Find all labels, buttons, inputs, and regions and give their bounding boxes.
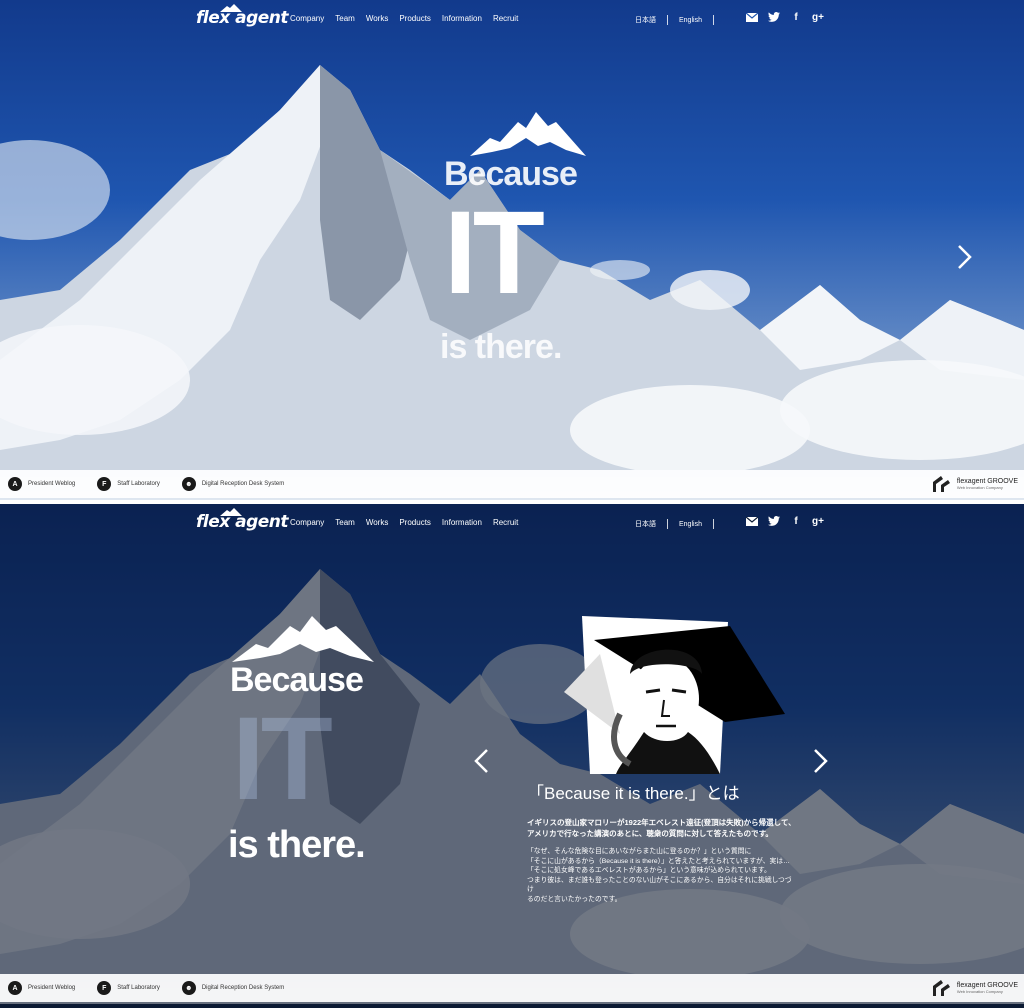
hero-it-text: IT: [444, 187, 545, 319]
hero-slide-1: flex agent Company Team Works Products I…: [0, 0, 1024, 500]
groove-logo-icon: [932, 980, 950, 996]
main-menu: Company Team Works Products Information …: [290, 518, 518, 527]
groove-logo-icon: [932, 476, 950, 492]
dark-overlay: [0, 504, 1024, 1004]
footer-link-staff-laboratory[interactable]: F Staff Laboratory: [97, 981, 160, 995]
menu-item-products[interactable]: Products: [399, 518, 431, 527]
about-body-line: 「なぜ、そんな危険な目にあいながらまた山に登るのか？」という質問に: [527, 848, 752, 855]
footer-link-label: Digital Reception Desk System: [201, 481, 285, 487]
hero-is-there-text: is there.: [440, 328, 562, 366]
about-lead: イギリスの登山家マロリーが1922年エベレスト遠征(登頂は失敗)から帰還して、 …: [527, 817, 797, 839]
menu-item-recruit[interactable]: Recruit: [493, 14, 518, 23]
logo-mountain-icon: [220, 508, 242, 516]
reception-icon: ☻: [181, 477, 196, 491]
flexagent-logo[interactable]: flex agent: [196, 508, 289, 532]
twitter-icon[interactable]: [768, 11, 780, 23]
footer-link-label: President Weblog: [28, 985, 76, 991]
menu-item-works[interactable]: Works: [366, 14, 389, 23]
footer-link-label: President Weblog: [28, 481, 76, 487]
about-body-line: つまり彼は、まだ誰も登ったことのない山がそこにあるから、自分はそれに挑戦しつづけ: [527, 876, 792, 894]
lang-japanese[interactable]: 日本語: [635, 519, 656, 529]
top-navigation: flex agent Company Team Works Products I…: [0, 0, 1024, 38]
groove-brand-sub: Web Innovation Company: [956, 989, 1003, 994]
lang-divider: [712, 15, 714, 25]
footer-bar: A President Weblog F Staff Laboratory ☻ …: [0, 470, 1024, 498]
footer-link-label: Staff Laboratory: [117, 481, 160, 487]
groove-brand-sub: Web Innovation Company: [956, 485, 1003, 490]
logo-mountain-icon: [220, 4, 242, 12]
menu-item-works[interactable]: Works: [366, 518, 389, 527]
lang-english[interactable]: English: [679, 17, 702, 24]
about-body-line: るのだと言いたかったのです。: [527, 895, 622, 903]
facebook-icon[interactable]: f: [790, 515, 802, 527]
footer-link-reception-system[interactable]: ☻ Digital Reception Desk System: [181, 981, 285, 995]
groove-brand-name: flexagent GROOVE: [956, 478, 1018, 485]
social-links: f g+: [746, 515, 824, 527]
mallory-portrait-image: [564, 616, 785, 774]
menu-item-information[interactable]: Information: [442, 518, 482, 527]
staff-lab-icon: F: [97, 477, 112, 491]
about-lead-line: アメリカで行なった講演のあとに、聴衆の質問に対して答えたものです。: [527, 829, 773, 838]
footer-link-label: Digital Reception Desk System: [201, 985, 285, 991]
footer-link-president-weblog[interactable]: A President Weblog: [8, 981, 75, 995]
footer-bar: A President Weblog F Staff Laboratory ☻ …: [0, 974, 1024, 1002]
language-switcher: 日本語 English: [635, 15, 725, 25]
hero-slide-2: flex agent Company Team Works Products I…: [0, 504, 1024, 1004]
twitter-icon[interactable]: [768, 515, 780, 527]
menu-item-company[interactable]: Company: [290, 518, 324, 527]
lang-divider: [667, 519, 668, 529]
ak-logo-icon: A: [8, 981, 22, 995]
next-arrow-icon[interactable]: [812, 747, 830, 775]
menu-item-products[interactable]: Products: [399, 14, 431, 23]
footer-link-reception-system[interactable]: ☻ Digital Reception Desk System: [181, 477, 285, 491]
menu-item-company[interactable]: Company: [290, 14, 324, 23]
top-navigation: flex agent Company Team Works Products I…: [0, 504, 1024, 542]
google-plus-icon[interactable]: g+: [812, 515, 824, 527]
mail-icon[interactable]: [746, 515, 758, 527]
footer-link-staff-laboratory[interactable]: F Staff Laboratory: [97, 477, 160, 491]
lang-english[interactable]: English: [679, 521, 702, 528]
hero-it-text: IT: [232, 693, 333, 825]
reception-icon: ☻: [181, 981, 196, 995]
hero-mountain-icon: [232, 616, 374, 662]
social-links: f g+: [746, 11, 824, 23]
language-switcher: 日本語 English: [635, 519, 725, 529]
about-body: 「なぜ、そんな危険な目にあいながらまた山に登るのか？」という質問に 「そこに山が…: [527, 847, 797, 904]
about-body-line: 「そこに処女峰であるエベレストがあるから」という意味が込められています。: [527, 867, 771, 874]
menu-item-team[interactable]: Team: [335, 14, 355, 23]
groove-brand-name: flexagent GROOVE: [956, 982, 1018, 989]
groove-brand[interactable]: flexagent GROOVE Web Innovation Company: [932, 476, 1018, 492]
facebook-icon[interactable]: f: [790, 11, 802, 23]
menu-item-information[interactable]: Information: [442, 14, 482, 23]
hero-mountain-icon: [470, 112, 586, 156]
footer-link-label: Staff Laboratory: [117, 985, 160, 991]
about-body-line: 「そこに山があるから（Because it is there）」と答えたと考えら…: [527, 857, 790, 865]
lang-divider: [667, 15, 668, 25]
mail-icon[interactable]: [746, 11, 758, 23]
hero-is-there-text: is there.: [228, 824, 366, 866]
about-lead-line: イギリスの登山家マロリーが1922年エベレスト遠征(登頂は失敗)から帰還して、: [527, 818, 796, 827]
groove-brand[interactable]: flexagent GROOVE Web Innovation Company: [932, 980, 1018, 996]
prev-arrow-icon[interactable]: [472, 747, 490, 775]
logo-text: flex agent: [196, 512, 289, 532]
main-menu: Company Team Works Products Information …: [290, 14, 518, 23]
lang-divider: [712, 519, 714, 529]
staff-lab-icon: F: [97, 981, 112, 995]
menu-item-team[interactable]: Team: [335, 518, 355, 527]
menu-item-recruit[interactable]: Recruit: [493, 518, 518, 527]
footer-link-president-weblog[interactable]: A President Weblog: [8, 477, 75, 491]
about-title: 「Because it is there.」とは: [527, 784, 740, 803]
next-arrow-icon[interactable]: [956, 243, 974, 271]
lang-japanese[interactable]: 日本語: [635, 15, 656, 25]
ak-logo-icon: A: [8, 477, 22, 491]
google-plus-icon[interactable]: g+: [812, 11, 824, 23]
logo-text: flex agent: [196, 8, 289, 28]
flexagent-logo[interactable]: flex agent: [196, 4, 289, 28]
